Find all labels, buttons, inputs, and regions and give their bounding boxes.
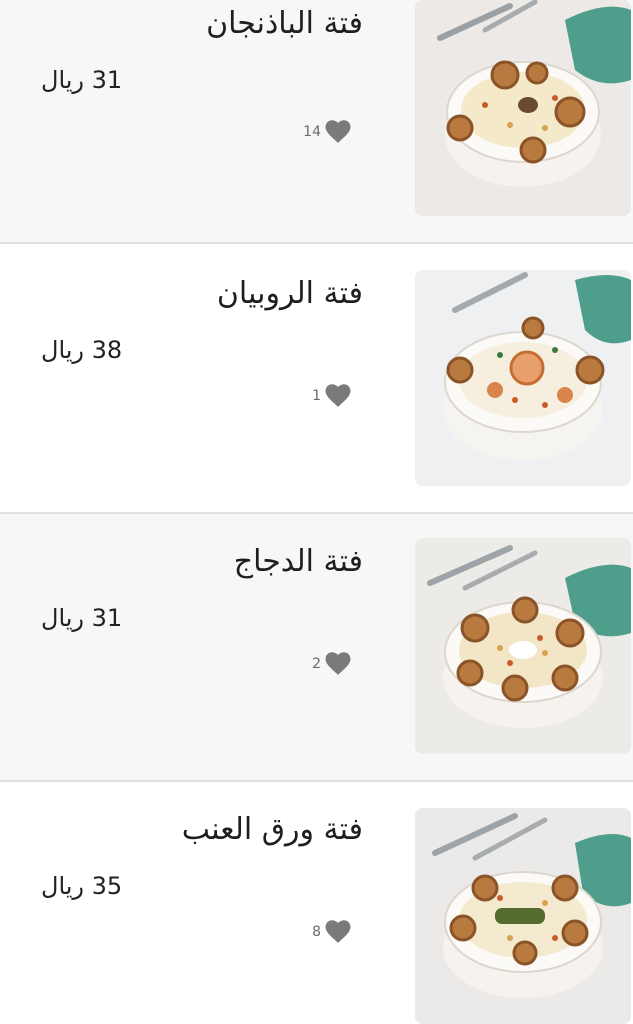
dish-title[interactable]: فتة ورق العنب	[182, 812, 363, 847]
dish-title[interactable]: فتة الروبيان	[217, 276, 363, 311]
heart-icon[interactable]	[325, 920, 351, 944]
heart-icon[interactable]	[325, 384, 351, 408]
likes-group[interactable]: 1	[312, 384, 351, 408]
menu-item-eggplant-fatteh[interactable]: فتة الباذنجان 31 ريال 14	[0, 0, 633, 244]
heart-icon[interactable]	[325, 120, 351, 144]
dish-price: 35 ريال	[41, 872, 123, 900]
heart-icon[interactable]	[325, 652, 351, 676]
menu-list: فتة الباذنجان 31 ريال 14 فتة الروبيان 38…	[0, 0, 633, 1024]
likes-count: 14	[303, 124, 321, 140]
likes-group[interactable]: 2	[312, 652, 351, 676]
dish-price: 38 ريال	[41, 336, 123, 364]
likes-group[interactable]: 8	[312, 920, 351, 944]
dish-price: 31 ريال	[41, 604, 123, 632]
dish-price: 31 ريال	[41, 66, 123, 94]
dish-photo[interactable]	[415, 538, 631, 754]
menu-item-chicken-fatteh[interactable]: فتة الدجاج 31 ريال 2	[0, 514, 633, 782]
dish-title[interactable]: فتة الباذنجان	[206, 6, 363, 41]
dish-photo[interactable]	[415, 0, 631, 216]
menu-item-shrimp-fatteh[interactable]: فتة الروبيان 38 ريال 1	[0, 244, 633, 514]
likes-count: 1	[312, 388, 321, 404]
likes-count: 8	[312, 924, 321, 940]
menu-item-grape-leaves-fatteh[interactable]: فتة ورق العنب 35 ريال 8	[0, 782, 633, 1024]
dish-photo[interactable]	[415, 270, 631, 486]
dish-title[interactable]: فتة الدجاج	[234, 544, 363, 579]
likes-group[interactable]: 14	[303, 120, 351, 144]
likes-count: 2	[312, 656, 321, 672]
dish-photo[interactable]	[415, 808, 631, 1024]
